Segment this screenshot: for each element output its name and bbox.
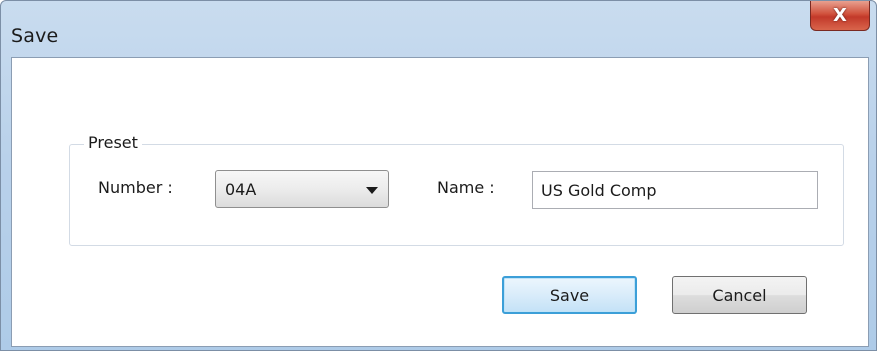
number-dropdown-value: 04A <box>225 180 257 199</box>
number-label: Number : <box>98 178 173 197</box>
name-label: Name : <box>437 178 495 197</box>
chevron-down-icon[interactable] <box>366 187 378 194</box>
cancel-button[interactable]: Cancel <box>672 276 807 314</box>
name-input[interactable] <box>533 172 817 208</box>
preset-group-label: Preset <box>84 133 142 152</box>
close-button[interactable]: X <box>810 1 870 31</box>
save-dialog: Save X Preset Number : 04A Name : Save C… <box>0 0 877 351</box>
number-dropdown[interactable]: 04A <box>215 170 389 208</box>
window-title: Save <box>11 25 59 47</box>
name-field[interactable] <box>532 171 818 209</box>
save-button[interactable]: Save <box>502 276 637 314</box>
dialog-body: Preset Number : 04A Name : Save Cancel <box>11 57 869 347</box>
title-bar[interactable]: Save X <box>1 1 877 57</box>
close-icon: X <box>833 4 847 26</box>
